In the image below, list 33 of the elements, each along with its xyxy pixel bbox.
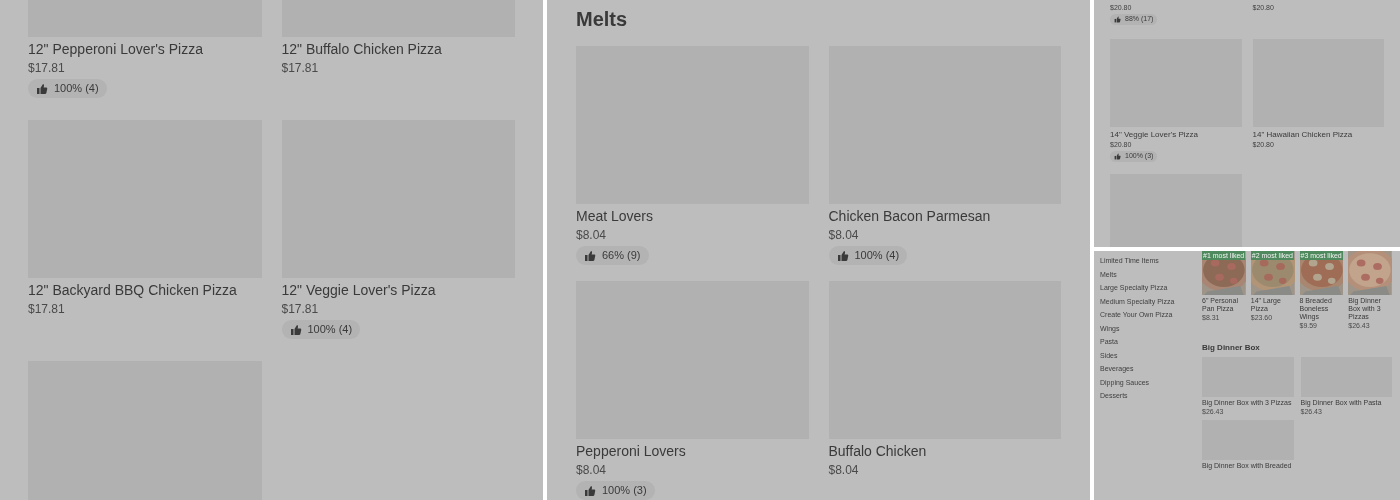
item-name: Chicken Bacon Parmesan: [828, 207, 992, 226]
item-name: 12" Buffalo Chicken Pizza: [281, 40, 443, 59]
item-name: 12" Veggie Lover's Pizza: [281, 281, 437, 300]
item-name: Buffalo Chicken: [828, 442, 928, 461]
image-placeholder[interactable]: [1110, 174, 1242, 247]
item-price: $17.81: [281, 60, 320, 77]
item-name: 14" Hawaiian Chicken Pizza: [1252, 129, 1354, 140]
item-price: $8.04: [828, 462, 860, 479]
thumbs-up-icon: [1114, 153, 1121, 160]
item-name: Pepperoni Lovers: [576, 442, 687, 461]
rating-badge: 66% (9): [576, 246, 649, 265]
rating-badge: 100% (4): [828, 246, 908, 265]
item-price: $17.81: [28, 301, 66, 318]
item-name: 12" Backyard BBQ Chicken Pizza: [28, 281, 238, 300]
thumbs-up-icon: [1114, 16, 1121, 23]
section-heading: Big Dinner Box: [1202, 342, 1261, 354]
item-price: $8.04: [576, 227, 608, 244]
item-price: $17.81: [28, 60, 66, 77]
thumbs-up-icon: [289, 323, 302, 336]
rating-badge: 100% (4): [28, 79, 107, 98]
item-name: 14" Veggie Lover's Pizza: [1110, 129, 1199, 140]
thumbs-up-icon: [584, 484, 596, 497]
rating-badge: 100% (4): [281, 320, 361, 339]
thumbs-up-icon: [836, 249, 849, 262]
item-name: Meat Lovers: [576, 207, 655, 226]
item-price: $17.81: [281, 301, 320, 318]
item-price: $8.04: [576, 462, 608, 479]
thumbs-up-icon: [36, 82, 48, 95]
item-price: $8.04: [828, 227, 860, 244]
thumbs-up-icon: [584, 249, 596, 262]
section-heading: Melts: [576, 7, 629, 32]
rating-badge: 100% (3): [576, 481, 655, 500]
item-name: 12" Pepperoni Lover's Pizza: [28, 40, 204, 59]
